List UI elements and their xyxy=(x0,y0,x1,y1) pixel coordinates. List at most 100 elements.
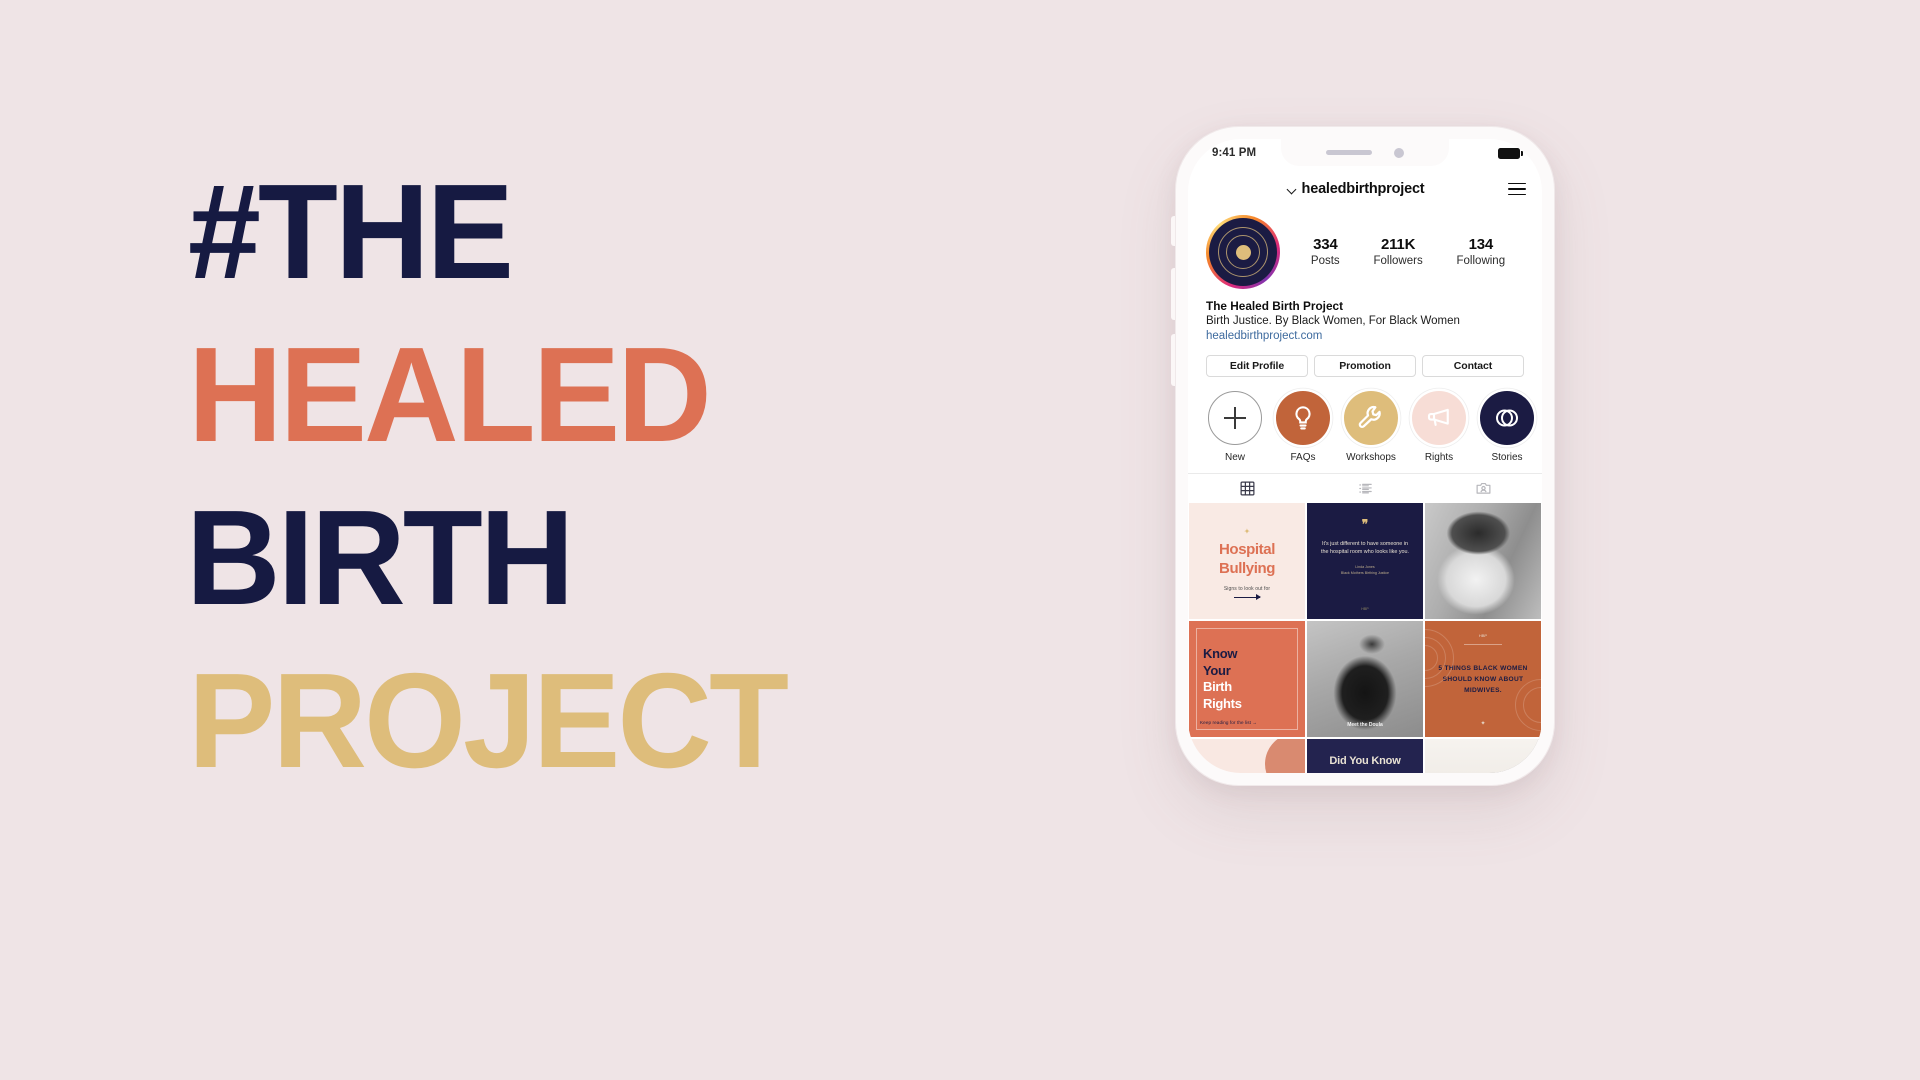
post-title-line1: Hospital xyxy=(1219,540,1275,558)
avatar-image xyxy=(1209,218,1277,286)
account-switcher[interactable]: healedbirthproject xyxy=(1204,181,1508,197)
rings-icon xyxy=(1492,403,1522,433)
avatar-ring-inner xyxy=(1226,235,1260,269)
post-word-4: Rights xyxy=(1203,695,1242,711)
list-tab[interactable] xyxy=(1306,474,1424,503)
promotion-button[interactable]: Promotion xyxy=(1314,355,1416,377)
avatar[interactable] xyxy=(1206,215,1280,289)
post-grid[interactable]: ✦ Hospital Bullying Signs to look out fo… xyxy=(1188,503,1542,773)
grid-post[interactable] xyxy=(1425,739,1541,773)
grid-tab[interactable] xyxy=(1188,474,1306,503)
stat-following-count: 134 xyxy=(1468,235,1494,253)
decorative-circle xyxy=(1265,739,1305,773)
wrench-icon xyxy=(1356,403,1386,433)
post-quote-attribution-org: Black Mothers Birthing Justice xyxy=(1340,571,1390,576)
grid-post[interactable]: ❞ It's just different to have someone in… xyxy=(1307,503,1423,619)
list-icon xyxy=(1357,480,1374,497)
post-quote-text: It's just different to have someone in t… xyxy=(1320,541,1410,555)
post-photo-hug xyxy=(1425,503,1541,619)
highlight-new[interactable]: New xyxy=(1208,391,1262,463)
stat-followers-count: 211K xyxy=(1380,235,1416,253)
tagged-tab[interactable] xyxy=(1424,474,1542,503)
post-word-2: Your xyxy=(1203,662,1231,678)
post-footer-text: Keep reading for the list → xyxy=(1200,720,1258,725)
highlight-workshops-circle xyxy=(1344,391,1398,445)
notch-speaker-icon xyxy=(1326,150,1372,155)
grid-post[interactable] xyxy=(1425,503,1541,619)
tagged-icon xyxy=(1475,480,1492,497)
wordmark-line-1: #THE xyxy=(188,156,514,307)
megaphone-icon xyxy=(1424,403,1454,433)
status-bar-time: 9:41 PM xyxy=(1212,147,1257,159)
highlight-stories[interactable]: Stories xyxy=(1480,391,1534,463)
post-photo-group xyxy=(1425,739,1541,773)
phone-notch xyxy=(1281,139,1449,166)
story-highlights[interactable]: New FAQs Workshops Rights Stories xyxy=(1188,377,1542,473)
lightbulb-icon xyxy=(1288,403,1318,433)
post-word-1: Know xyxy=(1203,646,1238,661)
wordmark-line-2: HEALED xyxy=(188,319,712,470)
highlight-faqs[interactable]: FAQs xyxy=(1276,391,1330,463)
post-title-line2: Bullying xyxy=(1219,559,1275,577)
profile-username: healedbirthproject xyxy=(1301,181,1425,197)
stat-posts-count: 334 xyxy=(1313,235,1338,253)
stat-following-label: Following xyxy=(1456,254,1506,267)
stat-followers[interactable]: 211K Followers xyxy=(1373,236,1422,269)
profile-stats: 334 Posts 211K Followers 134 Following xyxy=(1280,236,1526,269)
highlight-rights-label: Rights xyxy=(1424,452,1454,463)
highlight-faqs-label: FAQs xyxy=(1290,452,1316,463)
highlight-rights-circle xyxy=(1412,391,1466,445)
notch-camera-icon xyxy=(1394,147,1404,158)
profile-row: 334 Posts 211K Followers 134 Following xyxy=(1188,205,1542,289)
battery-full-icon xyxy=(1498,148,1523,159)
grid-icon xyxy=(1239,480,1256,497)
plus-icon xyxy=(1208,391,1262,445)
highlight-new-label: New xyxy=(1224,452,1245,463)
post-photo-dress xyxy=(1307,621,1423,737)
bio-website-link[interactable]: healedbirthproject.com xyxy=(1206,329,1524,344)
hamburger-menu-icon[interactable] xyxy=(1508,182,1526,196)
profile-bio: The Healed Birth Project Birth Justice. … xyxy=(1188,289,1542,344)
phone-body: 9:41 PM healedbirthproject 334 Posts 211… xyxy=(1175,126,1555,786)
decorative-star-icon: ✦ xyxy=(1243,526,1251,536)
post-subtitle: Signs to look out for xyxy=(1223,585,1271,592)
highlight-faqs-circle xyxy=(1276,391,1330,445)
stat-posts[interactable]: 334 Posts xyxy=(1311,236,1340,269)
phone-screen: 9:41 PM healedbirthproject 334 Posts 211… xyxy=(1188,139,1542,773)
app-header: healedbirthproject xyxy=(1188,173,1542,205)
status-bar: 9:41 PM xyxy=(1188,139,1542,173)
post-logo: HBP xyxy=(1478,633,1488,638)
highlight-stories-label: Stories xyxy=(1491,452,1523,463)
stat-posts-label: Posts xyxy=(1310,254,1340,267)
grid-post[interactable]: Did You Know There are 4 Different xyxy=(1307,739,1423,773)
stat-followers-label: Followers xyxy=(1373,254,1423,267)
grid-post[interactable]: Meet the Doula xyxy=(1307,621,1423,737)
highlight-rights[interactable]: Rights xyxy=(1412,391,1466,463)
chevron-down-icon xyxy=(1288,185,1297,194)
grid-post[interactable]: ✦ Hospital Bullying Signs to look out fo… xyxy=(1189,503,1305,619)
contact-button[interactable]: Contact xyxy=(1422,355,1524,377)
post-word-3: Birth xyxy=(1203,679,1232,694)
grid-post[interactable]: ✦ The Kitchen table. A safe space for... xyxy=(1189,739,1305,773)
quote-mark-icon: ❞ xyxy=(1361,517,1369,531)
highlight-workshops[interactable]: Workshops xyxy=(1344,391,1398,463)
post-title: Did You Know xyxy=(1329,755,1401,767)
brand-wordmark: #THE HEALED BIRTH PROJECT xyxy=(186,150,946,802)
grid-post[interactable]: HBP 5 THINGS BLACK WOMEN SHOULD KNOW ABO… xyxy=(1425,621,1541,737)
highlight-stories-circle xyxy=(1480,391,1534,445)
profile-action-buttons: Edit Profile Promotion Contact xyxy=(1188,344,1542,377)
highlight-workshops-label: Workshops xyxy=(1346,452,1396,463)
grid-post[interactable]: Know Your Birth Rights Keep reading for … xyxy=(1189,621,1305,737)
post-logo: HBP xyxy=(1361,607,1369,611)
profile-tab-bar xyxy=(1188,473,1542,503)
arrow-right-icon xyxy=(1234,594,1261,600)
bio-description: Birth Justice. By Black Women, For Black… xyxy=(1206,315,1460,327)
stat-following[interactable]: 134 Following xyxy=(1457,236,1506,269)
wordmark-line-4: PROJECT xyxy=(188,645,789,796)
phone-mockup: 9:41 PM healedbirthproject 334 Posts 211… xyxy=(1171,126,1555,786)
decorative-star-icon: ✦ xyxy=(1480,721,1486,727)
decorative-rule xyxy=(1464,644,1502,645)
bio-display-name: The Healed Birth Project xyxy=(1206,299,1344,313)
wordmark-line-3: BIRTH xyxy=(186,482,574,633)
edit-profile-button[interactable]: Edit Profile xyxy=(1206,355,1308,377)
